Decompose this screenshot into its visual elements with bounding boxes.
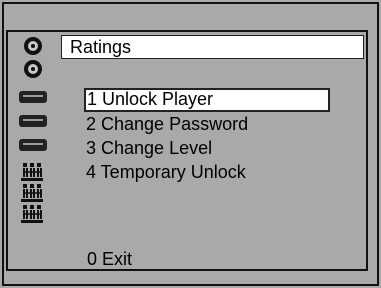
rating-icon — [21, 205, 43, 223]
page-title: Ratings — [70, 37, 132, 57]
menu-item-temporary-unlock[interactable]: 4 Temporary Unlock — [84, 161, 330, 185]
menu-item-exit[interactable]: 0 Exit — [87, 248, 132, 270]
player-icon — [19, 91, 47, 103]
menu-item-change-level[interactable]: 3 Change Level — [84, 137, 330, 161]
title-bar: Ratings — [61, 35, 364, 59]
disc-icon — [24, 60, 42, 78]
menu-item-change-password[interactable]: 2 Change Password — [84, 113, 330, 137]
disc-icon — [24, 37, 42, 55]
rating-icon — [21, 184, 43, 202]
rating-icon — [21, 163, 43, 181]
player-icon — [19, 139, 47, 151]
menu-item-unlock-player[interactable]: 1 Unlock Player — [84, 88, 330, 112]
player-icon — [19, 115, 47, 127]
